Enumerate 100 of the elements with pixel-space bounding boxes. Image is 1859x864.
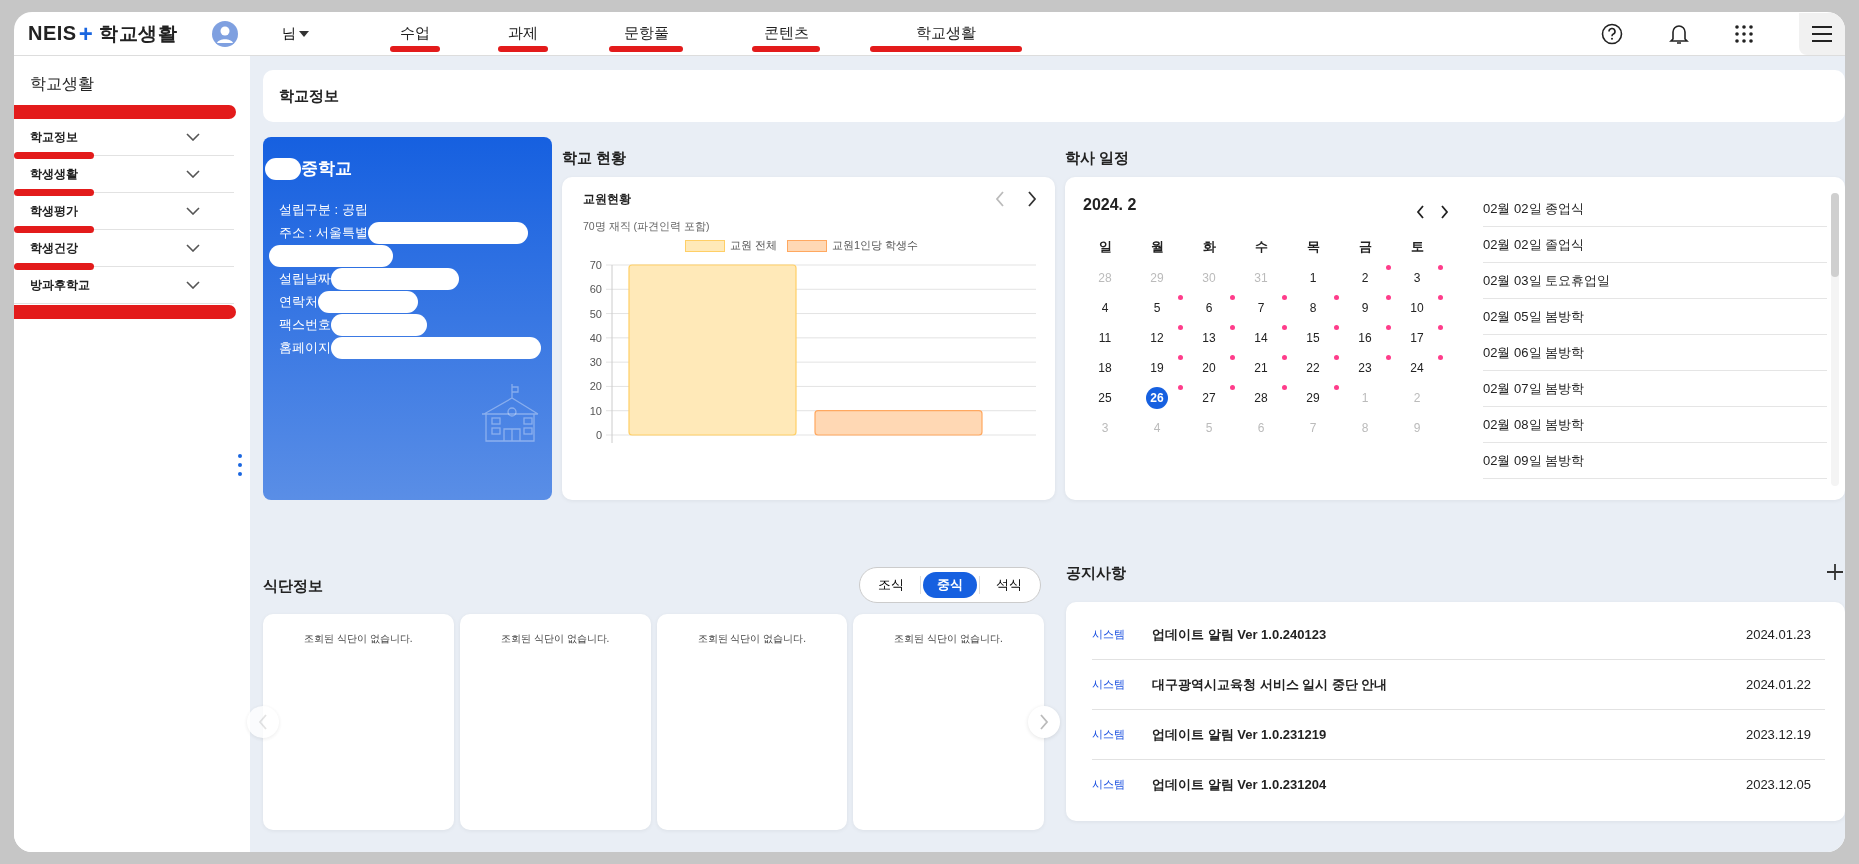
calendar-month: 2024. 2 <box>1083 196 1137 214</box>
calendar-day[interactable]: 12 <box>1146 327 1168 349</box>
sidebar-item[interactable]: 방과후학교 <box>14 267 234 304</box>
calendar-day[interactable]: 11 <box>1094 327 1116 349</box>
calendar-day[interactable]: 28 <box>1250 387 1272 409</box>
empty-message: 조회된 식단이 없습니다. <box>304 632 413 646</box>
calendar-day[interactable]: 15 <box>1302 327 1324 349</box>
notice-row[interactable]: 시스템 업데이트 알림 Ver 1.0.240123 2024.01.23 <box>1092 610 1825 660</box>
calendar-day[interactable]: 10 <box>1406 297 1428 319</box>
y-axis-label: 10 <box>589 404 602 417</box>
y-axis-label: 30 <box>589 356 602 369</box>
weekday-label: 일 <box>1097 238 1113 256</box>
nav-link[interactable]: 학교생활 <box>916 20 976 47</box>
avatar-icon[interactable] <box>212 20 238 47</box>
meal-tab[interactable]: 조식 <box>864 572 918 598</box>
calendar-day[interactable]: 18 <box>1094 357 1116 379</box>
app-logo[interactable]: NEIS+ 학교생활 <box>28 19 212 48</box>
meal-tab[interactable]: 석식 <box>982 572 1036 598</box>
event-item[interactable]: 02월 05일 봄방학 <box>1483 299 1827 335</box>
notice-date: 2024.01.23 <box>1745 627 1812 642</box>
weekday-label: 토 <box>1409 238 1425 256</box>
notice-date: 2023.12.19 <box>1745 727 1812 742</box>
menu-icon <box>1812 25 1832 42</box>
school-info: 설립날짜 <box>278 269 331 288</box>
nav-link[interactable]: 수업 <box>400 20 430 47</box>
event-item[interactable]: 02월 09일 봄방학 <box>1483 443 1827 479</box>
section-heading: 학교 현황 <box>562 147 628 168</box>
calendar-day[interactable]: 1 <box>1302 267 1324 289</box>
calendar-day[interactable]: 5 <box>1146 297 1168 319</box>
bell-icon[interactable] <box>1669 22 1689 45</box>
section-heading: 학사 일정 <box>1065 147 1131 168</box>
legend-label: 교원 전체 <box>729 238 777 253</box>
empty-message: 조회된 식단이 없습니다. <box>697 632 807 646</box>
resize-handle-icon[interactable] <box>238 454 242 476</box>
school-info: 연락처 <box>278 292 318 311</box>
calendar-day[interactable]: 22 <box>1302 357 1324 379</box>
sidebar-item[interactable]: 학생건강 <box>14 230 234 267</box>
calendar-day[interactable]: 27 <box>1198 387 1220 409</box>
calendar-day[interactable]: 7 <box>1250 297 1272 319</box>
user-menu[interactable]: 님 <box>282 24 309 43</box>
caret-icon <box>299 30 309 37</box>
calendar-day[interactable]: 4 <box>1094 297 1116 319</box>
notice-category: 시스템 <box>1092 677 1126 692</box>
event-item[interactable]: 02월 08일 봄방학 <box>1483 407 1827 443</box>
calendar-day[interactable]: 26 <box>1146 387 1168 409</box>
event-item[interactable]: 02월 02일 졸업식 <box>1483 227 1827 263</box>
y-axis-label: 70 <box>589 259 602 271</box>
calendar-day[interactable]: 29 <box>1302 387 1324 409</box>
y-axis-label: 50 <box>589 307 602 320</box>
chart-subtitle: 70명 재직 (파견인력 포함) <box>583 220 710 234</box>
y-axis-label: 20 <box>589 380 602 393</box>
calendar-day[interactable]: 20 <box>1198 357 1220 379</box>
notice-title: 업데이트 알림 Ver 1.0.231219 <box>1152 725 1328 744</box>
calendar-day[interactable]: 19 <box>1146 357 1168 379</box>
sidebar-item[interactable]: 학교정보 <box>14 119 234 156</box>
calendar-day[interactable]: 8 <box>1302 297 1324 319</box>
school-info: 팩스번호 <box>278 315 331 334</box>
legend-label: 교원1인당 학생수 <box>831 238 919 253</box>
notice-title: 업데이트 알림 Ver 1.0.240123 <box>1152 625 1328 644</box>
calendar-day[interactable]: 17 <box>1406 327 1428 349</box>
calendar-day[interactable]: 13 <box>1198 327 1220 349</box>
calendar-day[interactable]: 14 <box>1250 327 1272 349</box>
nav-link[interactable]: 콘텐츠 <box>763 20 809 47</box>
notice-row[interactable]: 시스템 대구광역시교육청 서비스 일시 중단 안내 2024.01.22 <box>1092 660 1825 710</box>
meal-tab[interactable]: 중식 <box>923 572 977 598</box>
sidebar-item[interactable]: 학생생활 <box>14 156 234 193</box>
calendar-day[interactable]: 16 <box>1354 327 1376 349</box>
calendar-day[interactable]: 9 <box>1354 297 1376 319</box>
calendar-day[interactable]: 24 <box>1406 357 1428 379</box>
weekday-label: 수 <box>1253 238 1269 256</box>
weekday-label: 금 <box>1357 238 1373 256</box>
event-item[interactable]: 02월 06일 봄방학 <box>1483 335 1827 371</box>
help-icon[interactable] <box>1601 22 1623 45</box>
sidebar-item[interactable]: 학생평가 <box>14 193 234 230</box>
sidebar-item-label: 학생평가 <box>30 202 78 220</box>
notice-row[interactable]: 시스템 업데이트 알림 Ver 1.0.231204 2023.12.05 <box>1092 760 1825 809</box>
school-info: 설립구분 : 공립 <box>278 200 368 219</box>
school-info: 홈페이지 <box>278 338 331 357</box>
calendar-day[interactable]: 3 <box>1406 267 1428 289</box>
calendar-day[interactable]: 21 <box>1250 357 1272 379</box>
empty-message: 조회된 식단이 없습니다. <box>894 632 1003 646</box>
calendar-day[interactable]: 23 <box>1354 357 1376 379</box>
sidebar-item-label: 방과후학교 <box>30 276 90 294</box>
nav-link[interactable]: 과제 <box>508 20 538 47</box>
chevron-right-icon <box>1039 714 1049 730</box>
menu-button[interactable] <box>1799 12 1845 55</box>
event-item[interactable]: 02월 02일 종업식 <box>1483 191 1827 227</box>
calendar-day[interactable]: 25 <box>1094 387 1116 409</box>
app-grid-icon[interactable] <box>1735 24 1753 43</box>
chart-title: 교원현황 <box>583 191 632 208</box>
scrollbar[interactable] <box>1831 193 1839 486</box>
add-icon[interactable] <box>1827 564 1843 580</box>
nav-link[interactable]: 문항풀 <box>623 20 669 47</box>
calendar-day[interactable]: 6 <box>1198 297 1220 319</box>
notice-row[interactable]: 시스템 업데이트 알림 Ver 1.0.231219 2023.12.19 <box>1092 710 1825 760</box>
y-axis-label: 0 <box>595 429 602 441</box>
event-item[interactable]: 02월 07일 봄방학 <box>1483 371 1827 407</box>
event-item[interactable]: 02월 03일 토요휴업일 <box>1483 263 1827 299</box>
calendar-day[interactable]: 2 <box>1354 267 1376 289</box>
sidebar-item-label: 학생건강 <box>30 239 78 257</box>
